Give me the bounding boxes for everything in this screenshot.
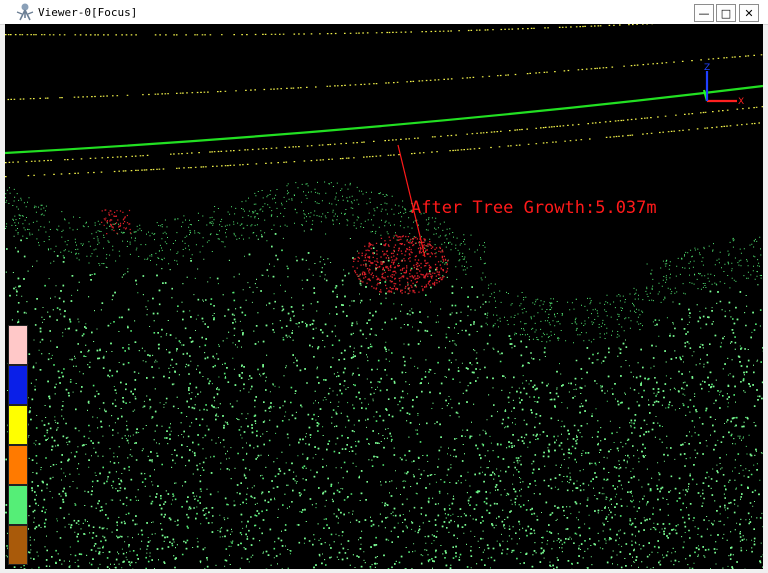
- axis-x-label: X: [738, 97, 744, 107]
- axis-gizmo: X Z: [702, 63, 744, 107]
- point-cloud-viewport[interactable]: X Z After Tree Growth:5.037m: [5, 24, 763, 569]
- legend-swatch: [8, 445, 28, 485]
- legend-swatch: [8, 525, 28, 565]
- vegetation-point-layer: [5, 230, 763, 569]
- color-legend: [8, 325, 28, 565]
- window-titlebar: Viewer-0[Focus] — □ ✕: [0, 0, 768, 25]
- legend-swatch: [8, 405, 28, 445]
- point-cloud-canvas: X Z: [5, 24, 763, 569]
- minimize-button[interactable]: —: [694, 4, 714, 22]
- minimize-icon: —: [698, 6, 710, 20]
- close-icon: ✕: [744, 6, 754, 20]
- maximize-button[interactable]: □: [716, 4, 736, 22]
- wire-point-layer: [5, 24, 763, 178]
- power-line: [5, 84, 763, 155]
- encroachment-point-layer: [101, 209, 449, 294]
- window-title: Viewer-0[Focus]: [38, 6, 138, 19]
- axis-z-label: Z: [704, 63, 710, 73]
- wire-points: [5, 24, 763, 178]
- app-icon: [16, 3, 34, 21]
- maximize-icon: □: [720, 6, 732, 20]
- vegetation-points: [5, 181, 763, 569]
- legend-swatch: [8, 325, 28, 365]
- legend-swatch: [8, 485, 28, 525]
- measurement-label: After Tree Growth:5.037m: [411, 198, 657, 218]
- encroaching-tree-points: [101, 209, 449, 294]
- legend-swatch: [8, 365, 28, 405]
- close-button[interactable]: ✕: [739, 4, 759, 22]
- vegetation-point-layer: [5, 181, 763, 569]
